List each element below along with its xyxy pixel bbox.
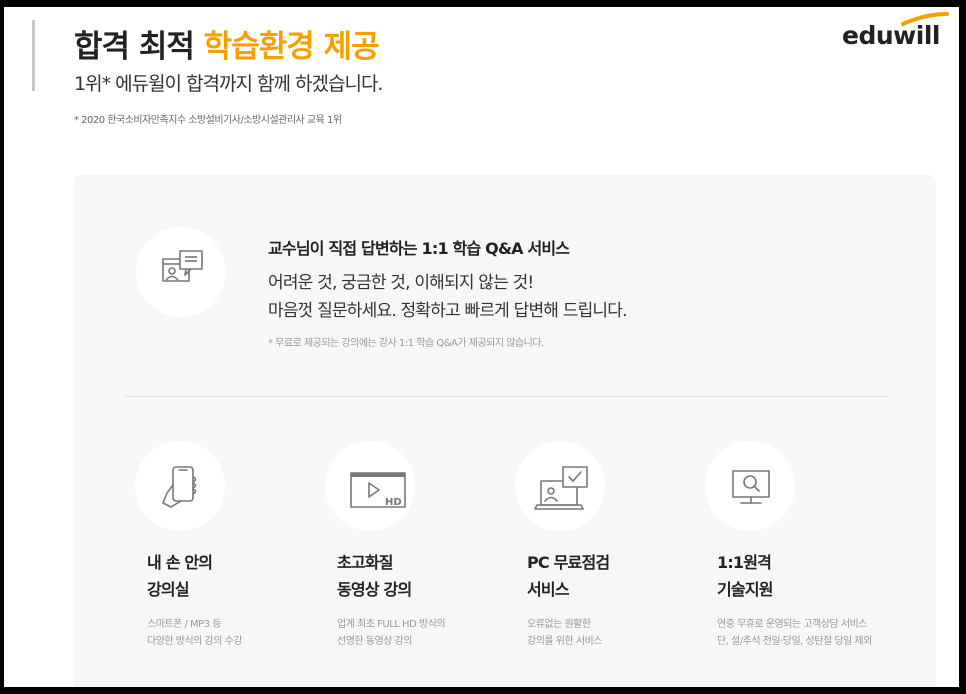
pc-check-icon (515, 441, 605, 531)
logo-swoosh-icon (901, 12, 949, 26)
feature-title-line1: 내 손 안의 (147, 553, 213, 572)
feature-title: 1:1원격 기술지원 (717, 549, 773, 603)
page-frame: 합격 최적 학습환경 제공 1위* 에듀윌이 합격까지 함께 하겠습니다. * … (4, 7, 959, 687)
remote-support-icon (705, 441, 795, 531)
qa-chat-icon (136, 227, 226, 317)
qa-title: 교수님이 직접 답변하는 1:1 학습 Q&A 서비스 (268, 239, 570, 258)
feature-desc-line1: 오류없는 원활한 (527, 619, 591, 630)
qa-note: * 무료로 제공되는 강의에는 강사 1:1 학습 Q&A가 제공되지 않습니다… (268, 338, 544, 349)
feature-desc-line2: 다양한 방식의 강의 수강 (147, 636, 243, 647)
title-prefix: 합격 최적 (74, 29, 204, 65)
feature-desc-line2: 선명한 동영상 강의 (337, 636, 412, 647)
smartphone-hand-icon (135, 441, 225, 531)
feature-title-line2: 동영상 강의 (337, 580, 412, 599)
left-accent-bar (32, 20, 35, 91)
feature-description: 스마트폰 / MP3 등 다양한 방식의 강의 수강 (147, 616, 243, 650)
feature-title-line1: 초고화질 (337, 553, 393, 572)
qa-description-line2: 마음껏 질문하세요. 정확하고 빠르게 답변해 드립니다. (268, 301, 628, 321)
title-highlight: 학습환경 제공 (203, 29, 380, 65)
feature-title-line1: PC 무료점검 (527, 553, 610, 572)
feature-description: 오류없는 원활한 강의를 위한 서비스 (527, 616, 602, 650)
feature-desc-line2: 강의를 위한 서비스 (527, 636, 602, 647)
feature-desc-line1: 업계 최초 FULL HD 방식의 (337, 619, 446, 630)
qa-description-line1: 어려운 것, 궁금한 것, 이해되지 않는 것! (268, 273, 534, 293)
feature-title-line2: 강의실 (147, 580, 190, 599)
feature-title: PC 무료점검 서비스 (527, 549, 610, 603)
feature-title-line1: 1:1원격 (717, 553, 772, 572)
feature-desc-line1: 연중 무휴로 운영되는 고객상담 서비스 (717, 619, 867, 630)
features-panel: 교수님이 직접 답변하는 1:1 학습 Q&A 서비스 어려운 것, 궁금한 것… (73, 175, 936, 687)
feature-title: 초고화질 동영상 강의 (337, 549, 412, 603)
feature-title-line2: 서비스 (527, 580, 570, 599)
feature-description: 업계 최초 FULL HD 방식의 선명한 동영상 강의 (337, 616, 446, 650)
svg-text:HD: HD (385, 497, 402, 508)
hd-video-icon: HD (325, 441, 415, 531)
section-divider (125, 396, 888, 397)
feature-desc-line1: 스마트폰 / MP3 등 (147, 619, 221, 630)
feature-title: 내 손 안의 강의실 (147, 549, 213, 603)
page-title: 합격 최적 학습환경 제공 (74, 21, 380, 66)
feature-desc-line2: 단, 설/추석 전일·당일, 성탄절 당일 제외 (717, 636, 872, 647)
feature-description: 연중 무휴로 운영되는 고객상담 서비스 단, 설/추석 전일·당일, 성탄절 … (717, 616, 872, 650)
page-subtitle: 1위* 에듀윌이 합격까지 함께 하겠습니다. (74, 73, 383, 95)
feature-title-line2: 기술지원 (717, 580, 773, 599)
ranking-footnote: * 2020 한국소비자만족지수 소방설비기사/소방시설관리사 교육 1위 (74, 115, 342, 126)
